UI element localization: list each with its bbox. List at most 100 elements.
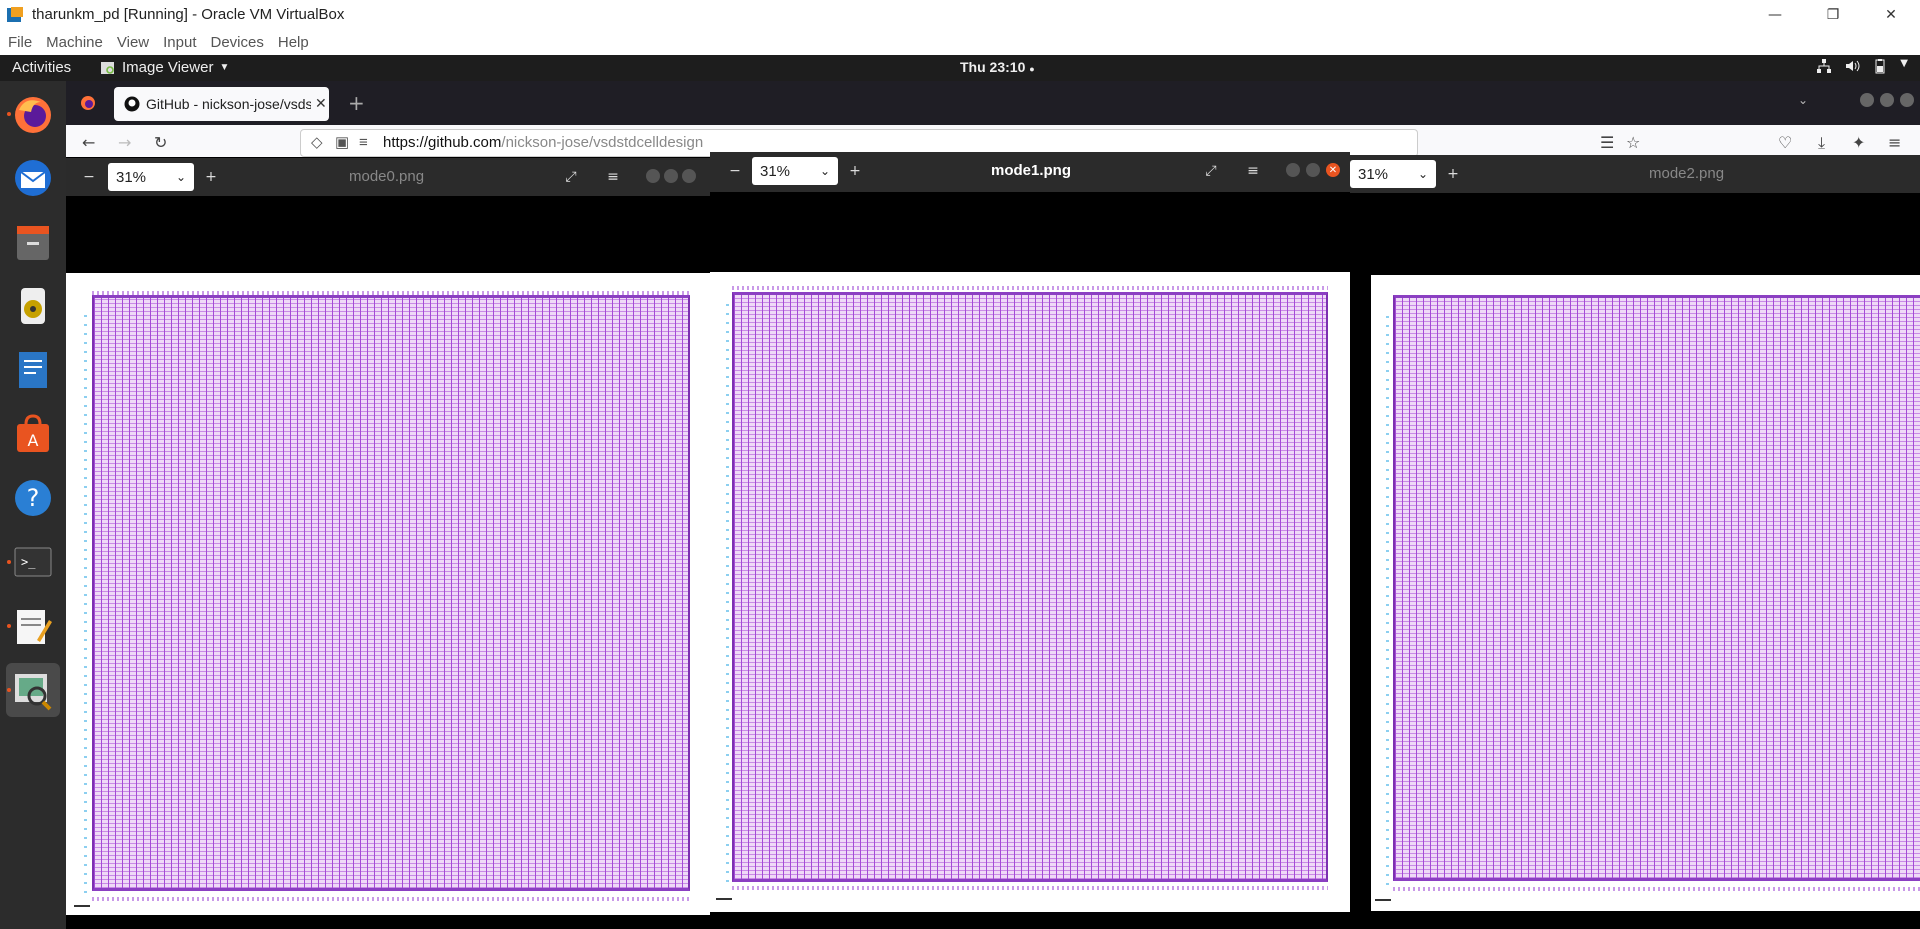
restore-button[interactable]: ❐ [1804, 0, 1862, 29]
window-title: tharunkm_pd [Running] - Oracle VM Virtua… [32, 6, 345, 23]
fullscreen-icon[interactable]: ⤢ [1202, 162, 1220, 180]
menu-icon[interactable]: ≡ [1888, 133, 1901, 152]
dock-files[interactable] [6, 215, 60, 269]
writer-icon [19, 352, 47, 388]
viewer-header: − 31% ⌄ + mode0.png ⤢ ≡ [66, 158, 710, 196]
menu-icon[interactable]: ≡ [604, 168, 622, 186]
menu-devices[interactable]: Devices [211, 34, 264, 51]
network-icon [1817, 59, 1832, 73]
text-editor-icon [17, 610, 52, 644]
dock-writer[interactable] [6, 343, 60, 397]
github-icon [124, 96, 140, 112]
dock-firefox[interactable] [6, 87, 60, 141]
back-icon[interactable]: ← [82, 133, 95, 152]
chevron-down-icon[interactable]: ⌄ [1798, 93, 1808, 107]
chevron-down-icon: ▼ [219, 62, 230, 73]
dock-software[interactable]: A [6, 407, 60, 461]
pocket-icon[interactable]: ♡ [1778, 133, 1792, 152]
ff-minimize-button[interactable] [1860, 93, 1874, 107]
bottom-pin-row [732, 886, 1328, 890]
app-menu[interactable]: Image Viewer ▼ [100, 59, 229, 76]
menu-help[interactable]: Help [278, 34, 309, 51]
image-canvas[interactable] [1371, 275, 1920, 911]
files-icon [17, 226, 49, 260]
shield-icon: ◇ [311, 134, 323, 151]
dock-rhythmbox[interactable] [6, 279, 60, 333]
bottom-pin-row [1393, 887, 1920, 891]
rhythmbox-icon [21, 288, 45, 324]
tab-github[interactable]: GitHub - nickson-jose/vsdstdcelldesign ✕ [114, 87, 329, 121]
viewer-title: mode0.png [349, 168, 425, 185]
ff-maximize-button[interactable] [1880, 93, 1894, 107]
menu-file[interactable]: File [8, 34, 32, 51]
dock: A ? >_ [0, 81, 66, 929]
maximize-button[interactable] [1306, 163, 1320, 177]
fullscreen-icon[interactable]: ⤢ [562, 168, 580, 186]
viewer-title: mode1.png [991, 162, 1072, 179]
svg-text:>_: >_ [21, 555, 36, 569]
scale-bar [74, 905, 90, 907]
dock-terminal[interactable]: >_ [6, 535, 60, 589]
software-icon: A [17, 414, 49, 452]
dock-text-editor[interactable] [6, 599, 60, 653]
zoom-select[interactable]: 31% ⌄ [1350, 160, 1436, 188]
zoom-value: 31% [760, 162, 791, 180]
vbox-titlebar: tharunkm_pd [Running] - Oracle VM Virtua… [0, 0, 1920, 29]
vbox-menubar: File Machine View Input Devices Help [0, 29, 1920, 55]
extensions-icon[interactable]: ✦ [1852, 133, 1865, 152]
close-button[interactable]: ✕ [1862, 0, 1920, 29]
close-icon[interactable]: ✕ [315, 96, 327, 112]
firefox-tabbar: GitHub - nickson-jose/vsdstdcelldesign ✕… [66, 81, 1920, 125]
firefox-view-icon[interactable] [80, 95, 96, 111]
zoom-value: 31% [116, 168, 147, 186]
reload-icon[interactable]: ↻ [154, 133, 167, 152]
svg-text:?: ? [27, 484, 40, 512]
download-icon[interactable]: ⤓ [1818, 133, 1825, 153]
viewer-window-mode1: − 31% ⌄ + mode1.png ⤢ ≡ ✕ [710, 152, 1350, 929]
battery-icon [1875, 59, 1885, 74]
clock[interactable]: Thu 23:10 ● [960, 59, 1035, 75]
dock-image-viewer[interactable] [6, 663, 60, 717]
thunderbird-icon [15, 160, 51, 196]
forward-icon[interactable]: → [118, 133, 131, 152]
zoom-out-icon[interactable]: − [726, 162, 744, 180]
new-tab-icon[interactable]: + [348, 91, 365, 115]
activities-button[interactable]: Activities [12, 59, 71, 76]
zoom-out-icon[interactable]: − [80, 168, 98, 186]
system-tray[interactable]: ▼ [1816, 58, 1908, 74]
viewer-window-mode2: 31% ⌄ + mode2.png [1350, 155, 1920, 929]
dock-help[interactable]: ? [6, 471, 60, 525]
zoom-in-icon[interactable]: + [1444, 165, 1462, 183]
chevron-down-icon: ⌄ [1417, 167, 1428, 181]
image-canvas[interactable] [710, 272, 1350, 912]
menu-machine[interactable]: Machine [46, 34, 103, 51]
minimize-button[interactable] [646, 169, 660, 183]
tab-title: GitHub - nickson-jose/vsdstdcelldesign [146, 96, 311, 112]
bookmark-star-icon[interactable]: ☆ [1626, 133, 1640, 152]
viewer-header: − 31% ⌄ + mode1.png ⤢ ≡ ✕ [710, 152, 1350, 192]
reader-view-icon[interactable]: ☰ [1600, 133, 1614, 152]
image-canvas[interactable] [66, 273, 710, 915]
menu-input[interactable]: Input [163, 34, 196, 51]
menu-view[interactable]: View [117, 34, 149, 51]
close-button[interactable] [682, 169, 696, 183]
ff-close-button[interactable] [1900, 93, 1914, 107]
viewer-header: 31% ⌄ + mode2.png [1350, 155, 1920, 193]
dock-thunderbird[interactable] [6, 151, 60, 205]
image-viewer-icon [15, 674, 52, 711]
chevron-down-icon: ⌄ [175, 170, 186, 184]
zoom-select[interactable]: 31% ⌄ [108, 163, 194, 191]
minimize-button[interactable]: — [1746, 0, 1804, 29]
maximize-button[interactable] [664, 169, 678, 183]
bottom-pin-row [92, 897, 690, 901]
layout-image [92, 295, 690, 891]
close-button[interactable]: ✕ [1326, 163, 1340, 177]
left-pin-column [726, 302, 729, 882]
zoom-in-icon[interactable]: + [202, 168, 220, 186]
viewer-window-mode0: − 31% ⌄ + mode0.png ⤢ ≡ [66, 158, 710, 929]
zoom-in-icon[interactable]: + [846, 162, 864, 180]
minimize-button[interactable] [1286, 163, 1300, 177]
menu-icon[interactable]: ≡ [1244, 162, 1262, 180]
zoom-select[interactable]: 31% ⌄ [752, 157, 838, 185]
gnome-topbar: Activities Image Viewer ▼ Thu 23:10 ● ▼ [0, 55, 1920, 81]
